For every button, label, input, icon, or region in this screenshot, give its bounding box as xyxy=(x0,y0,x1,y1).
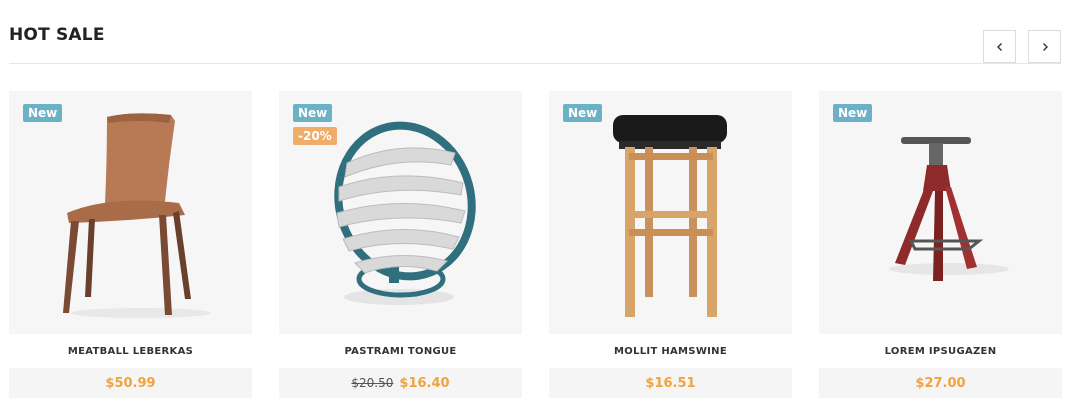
discount-badge: -20% xyxy=(293,127,337,145)
new-badge: New xyxy=(293,104,333,122)
product-image[interactable]: New xyxy=(819,91,1062,334)
old-price: $20.50 xyxy=(351,376,394,390)
product-card[interactable]: New -20% PASTRAMI TONGUE $20.50 $16.40 xyxy=(279,91,522,398)
product-card[interactable]: New LOREM IPSUGAZEN $27.00 xyxy=(819,91,1062,398)
product-image[interactable]: New -20% xyxy=(279,91,522,334)
carousel-next-button[interactable] xyxy=(1028,30,1061,63)
product-name[interactable]: MOLLIT HAMSWINE xyxy=(549,346,792,366)
product-price: $16.40 xyxy=(399,376,450,391)
new-badge: New xyxy=(563,104,603,122)
chevron-right-icon xyxy=(1042,42,1048,51)
product-card[interactable]: New MOLLIT HAMSWINE $16.51 xyxy=(549,91,792,398)
price-bar: $27.00 xyxy=(819,368,1062,398)
product-card[interactable]: New MEATBALL LEBERKAS $50.99 xyxy=(9,91,252,398)
section-header: HOT SALE xyxy=(9,0,1061,64)
wooden-chair-image xyxy=(63,113,211,318)
product-name[interactable]: MEATBALL LEBERKAS xyxy=(9,346,252,366)
price-bar: $20.50 $16.40 xyxy=(279,368,522,398)
product-image[interactable]: New xyxy=(9,91,252,334)
price-bar: $50.99 xyxy=(9,368,252,398)
price-bar: $16.51 xyxy=(549,368,792,398)
carousel-prev-button[interactable] xyxy=(983,30,1016,63)
wooden-bar-stool-image xyxy=(613,115,727,317)
product-price: $50.99 xyxy=(105,376,156,391)
product-name[interactable]: LOREM IPSUGAZEN xyxy=(819,346,1062,366)
new-badge: New xyxy=(23,104,63,122)
product-image[interactable]: New xyxy=(549,91,792,334)
red-tripod-stool-image xyxy=(889,137,1009,281)
product-price: $16.51 xyxy=(645,376,696,391)
section-title: HOT SALE xyxy=(9,25,105,45)
chevron-left-icon xyxy=(996,42,1002,51)
product-price: $27.00 xyxy=(915,376,966,391)
new-badge: New xyxy=(833,104,873,122)
product-name[interactable]: PASTRAMI TONGUE xyxy=(279,346,522,366)
